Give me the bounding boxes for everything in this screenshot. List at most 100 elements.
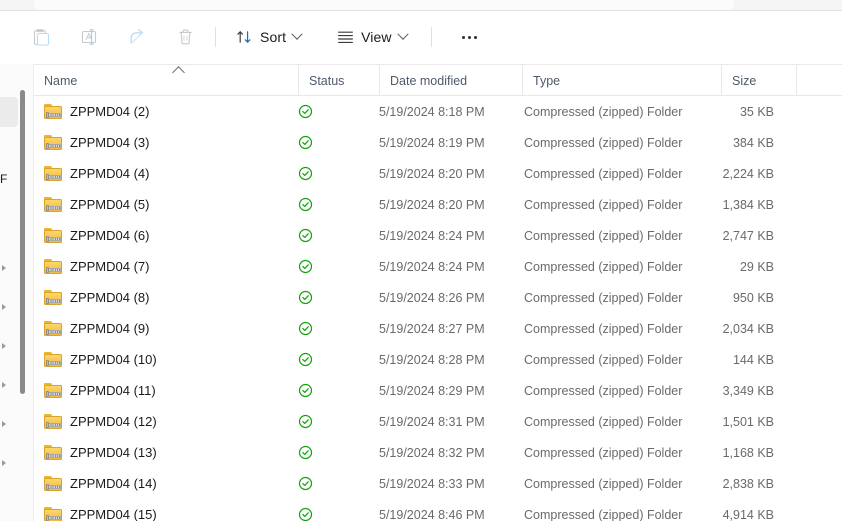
share-icon (130, 28, 143, 44)
zipped-folder-icon (44, 445, 62, 460)
available-on-device-icon (298, 414, 313, 429)
file-name-label: ZPPMD04 (9) (70, 321, 150, 336)
table-row[interactable]: ZPPMD04 (14) 5/19/2024 8:33 PM Compresse… (34, 468, 842, 499)
paste-icon (33, 29, 49, 46)
table-row[interactable]: ZPPMD04 (5) 5/19/2024 8:20 PM Compressed… (34, 189, 842, 220)
nav-expand-chevron-icon[interactable] (2, 382, 6, 388)
file-size-cell: 35 KB (739, 104, 774, 119)
file-name-cell[interactable]: ZPPMD04 (7) (44, 259, 294, 274)
column-header-type[interactable]: Type (522, 65, 720, 96)
zipped-folder-icon (44, 166, 62, 181)
column-header-date-label: Date modified (390, 73, 468, 88)
table-row[interactable]: ZPPMD04 (3) 5/19/2024 8:19 PM Compressed… (34, 127, 842, 158)
file-name-cell[interactable]: ZPPMD04 (3) (44, 135, 294, 150)
table-row[interactable]: ZPPMD04 (12) 5/19/2024 8:31 PM Compresse… (34, 406, 842, 437)
available-on-device-icon (298, 383, 313, 398)
file-date-modified-cell: 5/19/2024 8:33 PM (379, 476, 485, 491)
nav-expand-chevron-icon[interactable] (2, 460, 6, 466)
file-name-cell[interactable]: ZPPMD04 (12) (44, 414, 294, 429)
file-name-cell[interactable]: ZPPMD04 (15) (44, 507, 294, 521)
file-status-cell (298, 507, 378, 521)
table-row[interactable]: ZPPMD04 (2) 5/19/2024 8:18 PM Compressed… (34, 96, 842, 127)
file-size-cell: 384 KB (732, 135, 774, 150)
table-row[interactable]: ZPPMD04 (13) 5/19/2024 8:32 PM Compresse… (34, 437, 842, 468)
file-status-cell (298, 259, 378, 274)
nav-expand-chevron-icon[interactable] (2, 421, 6, 427)
see-more-button[interactable] (453, 21, 487, 53)
table-row[interactable]: ZPPMD04 (6) 5/19/2024 8:24 PM Compressed… (34, 220, 842, 251)
table-row[interactable]: ZPPMD04 (8) 5/19/2024 8:26 PM Compressed… (34, 282, 842, 313)
file-size-cell: 2,747 KB (722, 228, 774, 243)
nav-selected-item[interactable] (0, 97, 18, 127)
view-button[interactable]: View (328, 21, 416, 53)
file-list: ZPPMD04 (2) 5/19/2024 8:18 PM Compressed… (34, 96, 842, 521)
table-row[interactable]: ZPPMD04 (10) 5/19/2024 8:28 PM Compresse… (34, 344, 842, 375)
file-name-label: ZPPMD04 (13) (70, 445, 157, 460)
zipped-folder-icon (44, 352, 62, 367)
table-row[interactable]: ZPPMD04 (15) 5/19/2024 8:46 PM Compresse… (34, 499, 842, 521)
nav-expand-chevron-icon[interactable] (2, 304, 6, 310)
sort-button[interactable]: Sort (227, 21, 310, 53)
file-name-cell[interactable]: ZPPMD04 (4) (44, 166, 294, 181)
file-name-label: ZPPMD04 (10) (70, 352, 157, 367)
available-on-device-icon (298, 166, 313, 181)
available-on-device-icon (298, 197, 313, 212)
file-size-cell: 2,838 KB (722, 476, 774, 491)
file-name-label: ZPPMD04 (5) (70, 197, 150, 212)
delete-button[interactable] (166, 20, 204, 54)
column-header-size[interactable]: Size (721, 65, 796, 96)
file-name-cell[interactable]: ZPPMD04 (9) (44, 321, 294, 336)
table-row[interactable]: ZPPMD04 (7) 5/19/2024 8:24 PM Compressed… (34, 251, 842, 282)
chevron-down-icon (396, 28, 409, 40)
file-name-label: ZPPMD04 (2) (70, 104, 150, 119)
column-header-status-label: Status (309, 73, 345, 88)
column-header-name[interactable]: Name (34, 65, 294, 96)
file-name-cell[interactable]: ZPPMD04 (14) (44, 476, 294, 491)
file-name-label: ZPPMD04 (15) (70, 507, 157, 521)
nav-scrollbar-thumb[interactable] (20, 90, 25, 394)
file-date-modified-cell: 5/19/2024 8:19 PM (379, 135, 485, 150)
table-row[interactable]: ZPPMD04 (4) 5/19/2024 8:20 PM Compressed… (34, 158, 842, 189)
sort-button-label: Sort (260, 29, 287, 45)
available-on-device-icon (298, 321, 313, 336)
file-status-cell (298, 476, 378, 491)
column-header-status[interactable]: Status (298, 65, 378, 96)
command-toolbar: Sort View (0, 11, 842, 63)
zipped-folder-icon (44, 414, 62, 429)
rename-button[interactable] (70, 20, 108, 54)
file-date-modified-cell: 5/19/2024 8:32 PM (379, 445, 485, 460)
file-name-cell[interactable]: ZPPMD04 (10) (44, 352, 294, 367)
nav-expand-chevron-icon[interactable] (2, 343, 6, 349)
paste-button[interactable] (22, 20, 60, 54)
toolbar-divider-2 (430, 27, 432, 47)
nav-expand-chevron-icon[interactable] (2, 265, 6, 271)
file-name-label: ZPPMD04 (8) (70, 290, 150, 305)
file-name-cell[interactable]: ZPPMD04 (2) (44, 104, 294, 119)
column-header-date-modified[interactable]: Date modified (379, 65, 521, 96)
file-name-label: ZPPMD04 (3) (70, 135, 150, 150)
file-date-modified-cell: 5/19/2024 8:24 PM (379, 259, 485, 274)
file-status-cell (298, 383, 378, 398)
zipped-folder-icon (44, 259, 62, 274)
chevron-down-icon (291, 28, 303, 40)
file-size-cell: 29 KB (739, 259, 774, 274)
share-button[interactable] (118, 20, 156, 54)
file-date-modified-cell: 5/19/2024 8:31 PM (379, 414, 485, 429)
file-name-cell[interactable]: ZPPMD04 (13) (44, 445, 294, 460)
file-name-cell[interactable]: ZPPMD04 (6) (44, 228, 294, 243)
toolbar-divider (215, 27, 216, 47)
ellipsis-dot (468, 35, 472, 39)
file-name-cell[interactable]: ZPPMD04 (11) (44, 383, 294, 398)
column-header-type-label: Type (533, 73, 561, 88)
address-bar-notch (34, 0, 734, 10)
navigation-pane: Fi (0, 64, 34, 521)
zipped-folder-icon (44, 197, 62, 212)
file-name-cell[interactable]: ZPPMD04 (5) (44, 197, 294, 212)
column-divider-end[interactable] (796, 65, 797, 96)
file-status-cell (298, 197, 378, 212)
table-row[interactable]: ZPPMD04 (11) 5/19/2024 8:29 PM Compresse… (34, 375, 842, 406)
ellipsis-dot (474, 35, 478, 39)
file-status-cell (298, 414, 378, 429)
file-name-cell[interactable]: ZPPMD04 (8) (44, 290, 294, 305)
table-row[interactable]: ZPPMD04 (9) 5/19/2024 8:27 PM Compressed… (34, 313, 842, 344)
